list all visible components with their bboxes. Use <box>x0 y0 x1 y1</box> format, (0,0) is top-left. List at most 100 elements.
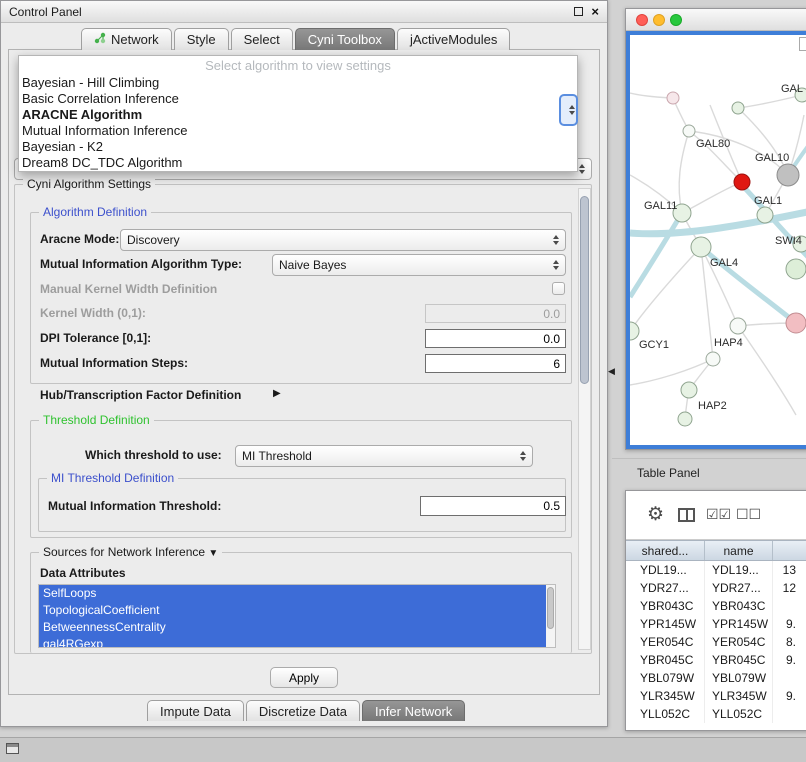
list-scrollbar-thumb[interactable] <box>547 587 554 629</box>
threshold-definition-title: Threshold Definition <box>39 413 154 427</box>
combo-arrows-icon <box>579 164 585 174</box>
gear-icon[interactable]: ⚙ <box>647 503 664 526</box>
data-attributes-list[interactable]: SelfLoops TopologicalCoefficient Between… <box>38 584 556 648</box>
network-tab-icon <box>94 32 106 47</box>
manual-kernel-label: Manual Kernel Width Definition <box>40 282 217 296</box>
network-window-titlebar[interactable] <box>626 9 806 31</box>
kernel-width-field[interactable] <box>425 304 566 323</box>
table-row[interactable]: YBR043CYBR043C <box>626 597 806 615</box>
mi-threshold-field[interactable] <box>420 496 566 516</box>
sources-group: Sources for Network Inference ▼ Data Att… <box>30 552 572 653</box>
mi-threshold-label: Mutual Information Threshold: <box>48 499 221 513</box>
sources-title[interactable]: Sources for Network Inference ▼ <box>39 545 222 559</box>
control-panel-titlebar[interactable]: Control Panel × <box>1 1 607 23</box>
table-row[interactable]: YBL079WYBL079W <box>626 669 806 687</box>
combo-arrows-icon <box>520 451 526 461</box>
mi-type-label: Mutual Information Algorithm Type: <box>40 257 242 271</box>
splitter-collapse-icon[interactable]: ◀ <box>608 366 615 377</box>
aracne-mode-combobox[interactable]: Discovery <box>120 229 566 251</box>
mi-type-combobox[interactable]: Naive Bayes <box>272 254 566 276</box>
mi-threshold-group: MI Threshold Definition Mutual Informati… <box>38 478 566 532</box>
mi-steps-label: Mutual Information Steps: <box>40 356 188 370</box>
dpi-tolerance-field[interactable] <box>425 329 566 348</box>
clear-all-checkboxes-icon[interactable]: ☐☐ <box>736 506 761 523</box>
tab-cyni-toolbox[interactable]: Cyni Toolbox <box>295 28 395 50</box>
mac-minimize-icon[interactable] <box>653 14 665 26</box>
table-row[interactable]: YLL052CYLL052C <box>626 705 806 723</box>
algorithm-definition-title: Algorithm Definition <box>39 205 151 219</box>
columns-icon[interactable] <box>678 508 695 522</box>
list-scrollbar[interactable] <box>546 585 555 648</box>
list-item[interactable]: SelfLoops <box>39 585 546 602</box>
algorithm-definition-group: Algorithm Definition Aracne Mode: Discov… <box>30 212 572 384</box>
table-row[interactable]: YPR145WYPR145W9. <box>626 615 806 633</box>
tab-network[interactable]: Network <box>81 28 172 50</box>
table-row[interactable]: YBR045CYBR045C9. <box>626 651 806 669</box>
list-item[interactable]: BetweennessCentrality <box>39 619 546 636</box>
node-label: GAL80 <box>696 138 730 150</box>
node-label: GAL11 <box>644 200 677 212</box>
column-header: shared... <box>626 541 705 560</box>
bottom-tabs: Impute Data Discretize Data Infer Networ… <box>147 700 467 721</box>
list-item[interactable]: TopologicalCoefficient <box>39 602 546 619</box>
table-panel-window: ⚙ ☑☑ ☐☐ shared... name YDL19...YDL19...1… <box>625 490 806 731</box>
network-canvas[interactable]: GAL GAL80 GAL10 GAL11 GAL1 SWI4 GAL4 GCY… <box>626 31 806 449</box>
table-panel-title: Table Panel <box>637 466 700 480</box>
mi-threshold-group-title: MI Threshold Definition <box>47 471 178 485</box>
apply-button[interactable]: Apply <box>270 667 338 688</box>
restore-panel-icon[interactable] <box>6 743 19 754</box>
dropdown-item[interactable]: Basic Correlation Inference <box>19 91 577 107</box>
mac-close-icon[interactable] <box>636 14 648 26</box>
tab-impute-data[interactable]: Impute Data <box>147 700 244 721</box>
window-title: Control Panel <box>9 5 82 19</box>
table-row[interactable]: YDL19...YDL19...13 <box>626 561 806 579</box>
node-label: GAL4 <box>710 257 738 269</box>
settings-group-title: Cyni Algorithm Settings <box>23 177 155 191</box>
table-row[interactable]: YER054CYER054C8. <box>626 633 806 651</box>
node-label: HAP4 <box>714 337 743 349</box>
settings-scrollbar-thumb[interactable] <box>580 196 589 384</box>
mi-steps-field[interactable] <box>425 354 566 373</box>
which-threshold-label: Which threshold to use: <box>85 448 222 462</box>
data-attributes-label: Data Attributes <box>40 566 126 580</box>
node-label: GAL1 <box>754 195 782 207</box>
node-label: GCY1 <box>639 339 669 351</box>
which-threshold-combobox[interactable]: MI Threshold <box>235 445 533 467</box>
dropdown-item[interactable]: Bayesian - Hill Climbing <box>19 75 577 91</box>
tab-jactivemodules[interactable]: jActiveModules <box>397 28 510 50</box>
dropdown-item[interactable]: Bayesian - K2 <box>19 139 577 155</box>
tab-infer-network[interactable]: Infer Network <box>362 700 465 721</box>
hub-section-label[interactable]: Hub/Transcription Factor Definition <box>40 388 241 402</box>
list-item[interactable]: gal4RGexp <box>39 636 546 648</box>
control-panel-tabs: Network Style Select Cyni Toolbox jActiv… <box>81 28 512 50</box>
kernel-width-label: Kernel Width (0,1): <box>40 306 146 320</box>
close-icon[interactable]: × <box>591 5 599 18</box>
hub-expand-arrow-icon[interactable]: ▶ <box>273 388 281 399</box>
cyni-algorithm-settings-group: Cyni Algorithm Settings Algorithm Defini… <box>14 184 592 654</box>
algorithm-dropdown-popup: Select algorithm to view settings Bayesi… <box>18 55 578 172</box>
float-window-icon[interactable] <box>574 7 583 16</box>
manual-kernel-checkbox[interactable] <box>552 282 565 295</box>
combo-arrows-icon <box>569 105 575 115</box>
sources-collapse-arrow-icon[interactable]: ▼ <box>208 548 218 559</box>
dropdown-item[interactable]: Dream8 DC_TDC Algorithm <box>19 155 577 171</box>
algorithm-combobox-button[interactable] <box>559 94 578 126</box>
screen: Control Panel × Network Style Select Cyn… <box>0 0 806 762</box>
birdseye-toggle[interactable] <box>799 37 806 51</box>
tab-discretize-data[interactable]: Discretize Data <box>246 700 360 721</box>
table-header-row[interactable]: shared... name <box>626 540 806 561</box>
node-label: HAP2 <box>698 400 727 412</box>
table-toolbar: ⚙ ☑☑ ☐☐ <box>626 491 806 540</box>
select-all-checkboxes-icon[interactable]: ☑☑ <box>706 506 731 523</box>
dropdown-item[interactable]: Mutual Information Inference <box>19 123 577 139</box>
column-header: name <box>705 541 773 560</box>
combo-arrows-icon <box>553 260 559 270</box>
tab-select[interactable]: Select <box>231 28 293 50</box>
dropdown-item-selected[interactable]: ARACNE Algorithm <box>19 107 577 123</box>
mac-zoom-icon[interactable] <box>670 14 682 26</box>
table-row[interactable]: YDR27...YDR27...12 <box>626 579 806 597</box>
aracne-mode-label: Aracne Mode: <box>40 232 119 246</box>
tab-style[interactable]: Style <box>174 28 229 50</box>
settings-scrollbar[interactable] <box>578 188 591 650</box>
table-row[interactable]: YLR345WYLR345W9. <box>626 687 806 705</box>
